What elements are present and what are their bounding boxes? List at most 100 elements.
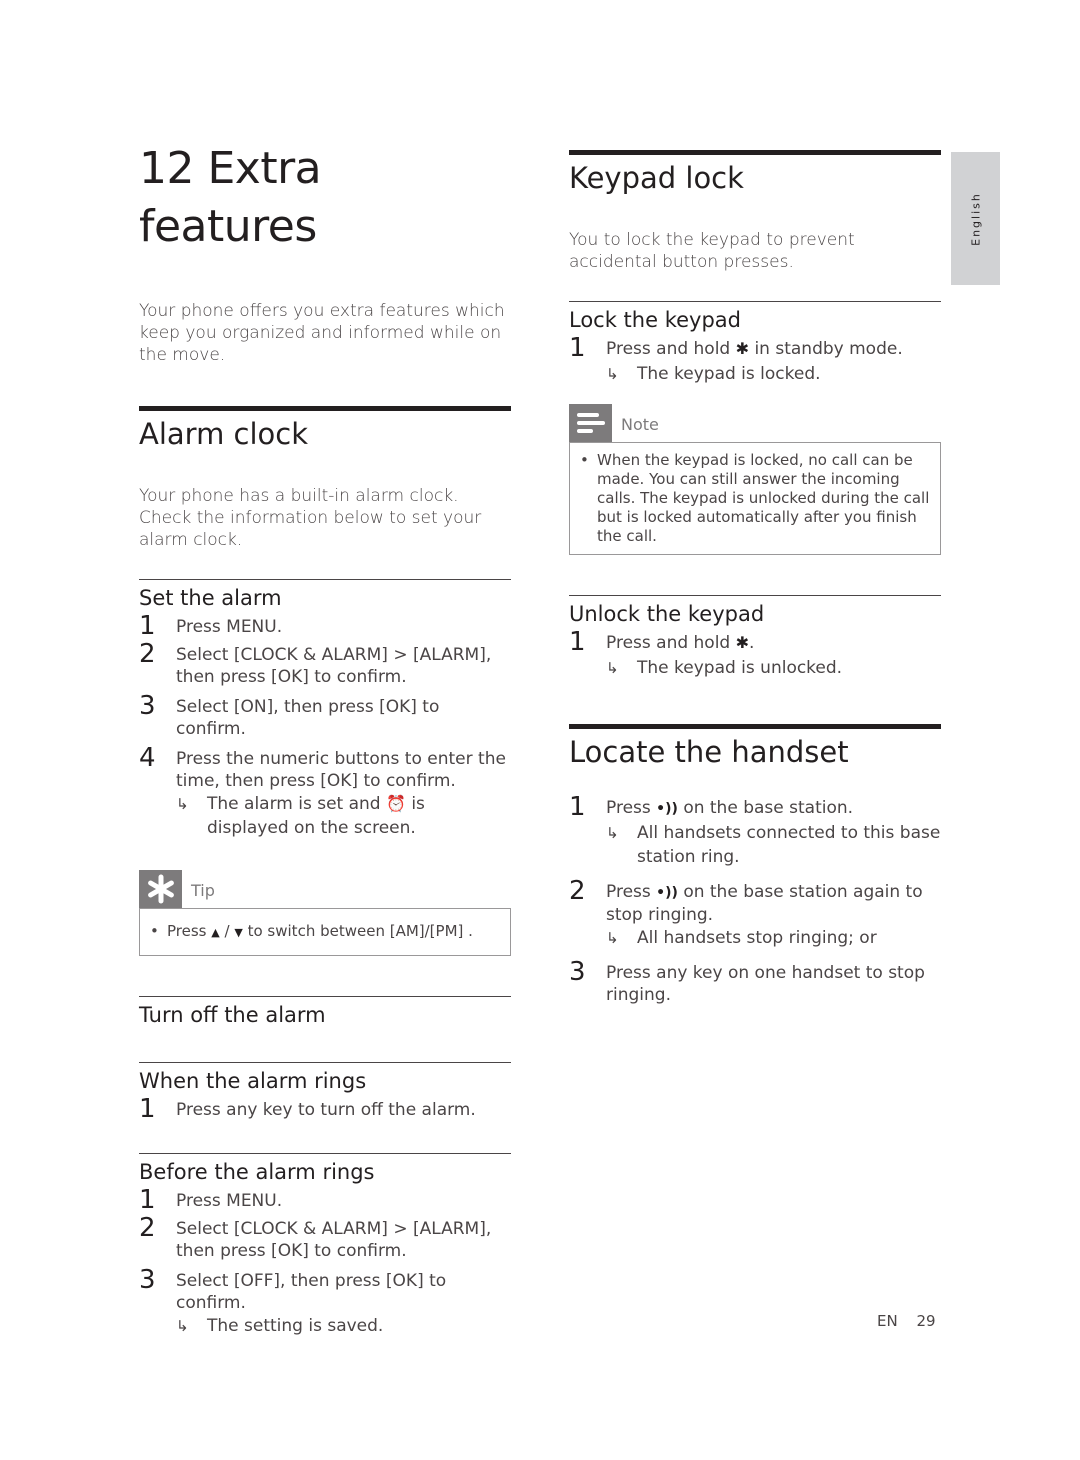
step-text: Select [CLOCK & ALARM] > [ALARM], then p… (176, 1219, 492, 1261)
step: 1 Press •)) on the base station. (569, 793, 941, 821)
result-text: All handsets stop ringing; or (637, 928, 877, 948)
step-number: 1 (139, 1185, 156, 1215)
step: 1 Press and hold ✱. (569, 628, 941, 656)
step-result: ↳ All handsets stop ringing; or (606, 926, 941, 950)
result-text: The alarm is set and (207, 794, 381, 814)
step-result: ↳ The keypad is unlocked. (606, 656, 941, 680)
step-number: 1 (569, 792, 586, 822)
step-number: 2 (139, 1213, 156, 1243)
chapter-title: 12 Extra features (139, 140, 511, 256)
section-intro: You to lock the keypad to prevent accide… (569, 230, 855, 272)
tip-text: Press (167, 922, 207, 940)
step-text: Select [OFF], then press [OK] to confirm… (176, 1271, 447, 1313)
keypad-lock-section: Keypad lock You to lock the keypad to pr… (569, 150, 941, 680)
chapter-number: 12 (139, 143, 195, 194)
step: 1 Press and hold ✱ in standby mode. (569, 334, 941, 362)
step-number: 2 (139, 639, 156, 669)
when-rings-subsection: When the alarm rings 1 Press any key to … (139, 1062, 511, 1123)
locate-handset-section: Locate the handset 1 Press •)) on the ba… (569, 724, 941, 1006)
step-text-part: in standby mode. (754, 339, 903, 359)
step-number: 3 (139, 1265, 156, 1295)
paging-icon: •)) (656, 801, 678, 817)
step-result: ↳ The alarm is set and ⏰ is displayed on… (176, 792, 511, 840)
step-number: 1 (139, 1094, 156, 1124)
step-text: Select [ON], then press [OK] to confirm. (176, 697, 440, 739)
step-number: 3 (139, 691, 156, 721)
result-text: All handsets connected to this base stat… (637, 823, 941, 867)
language-tab: English (951, 152, 1000, 285)
lock-keypad-subsection: Lock the keypad 1 Press and hold ✱ in st… (569, 301, 941, 386)
set-alarm-subsection: Set the alarm 1 Press MENU. 2 Select [CL… (139, 579, 511, 840)
step-number: 1 (569, 627, 586, 657)
step-result: ↳ The keypad is locked. (606, 362, 941, 386)
step-number: 4 (139, 743, 156, 773)
result-arrow-icon: ↳ (606, 365, 619, 383)
step-text-part: Press and hold (606, 339, 731, 359)
step-text: Press and hold ✱ in standby mode. (606, 334, 903, 360)
subsection-title: Before the alarm rings (139, 1153, 511, 1186)
result-arrow-icon: ↳ (606, 659, 619, 677)
before-rings-subsection: Before the alarm rings 1 Press MENU. 2 S… (139, 1153, 511, 1338)
tip-label: Tip (191, 881, 215, 900)
bullet-icon: • (580, 451, 589, 469)
step-text: Press any key on one handset to stop rin… (606, 963, 925, 1005)
tip-separator: / (224, 922, 230, 940)
asterisk-icon (139, 870, 182, 908)
step-number: 2 (569, 876, 586, 906)
result-text: The setting is saved. (207, 1316, 384, 1336)
note-body: • When the keypad is locked, no call can… (569, 442, 941, 555)
step-text-part: on the base station. (683, 798, 854, 818)
result-arrow-icon: ↳ (606, 929, 619, 947)
page-number: 29 (916, 1312, 936, 1330)
page-footer: EN 29 (877, 1312, 936, 1330)
step-text: Press •)) on the base station again to s… (606, 877, 941, 926)
step: 1 Press any key to turn off the alarm. (139, 1095, 511, 1123)
step: 1 Press MENU. (139, 612, 511, 640)
step-text: Press •)) on the base station. (606, 793, 853, 820)
footer-language: EN (877, 1312, 898, 1330)
step-number: 1 (139, 611, 156, 641)
step-text-part: . (749, 633, 755, 653)
step: 3 Select [OFF], then press [OK] to confi… (139, 1266, 511, 1314)
step: 4 Press the numeric buttons to enter the… (139, 744, 511, 792)
step-result: ↳ All handsets connected to this base st… (606, 821, 941, 869)
step-text: Press and hold ✱. (606, 628, 754, 654)
step: 1 Press MENU. (139, 1186, 511, 1214)
step-text: Press MENU. (176, 1191, 283, 1211)
step-text: Press the numeric buttons to enter the t… (176, 749, 506, 791)
note-label: Note (621, 415, 659, 434)
result-arrow-icon: ↳ (606, 824, 619, 842)
result-text: The keypad is locked. (637, 364, 821, 384)
star-key-lock-icon: ✱ (735, 339, 750, 358)
right-column: Keypad lock You to lock the keypad to pr… (569, 150, 941, 1006)
star-key-lock-icon: ✱ (735, 633, 750, 652)
section-intro: Your phone has a built-in alarm clock. C… (139, 486, 482, 550)
bullet-icon: • (150, 922, 159, 940)
result-arrow-icon: ↳ (176, 1317, 189, 1335)
alarm-clock-section: Alarm clock Your phone has a built-in al… (139, 406, 511, 1338)
result-text: The keypad is unlocked. (637, 658, 843, 678)
result-arrow-icon: ↳ (176, 795, 189, 813)
down-arrow-icon: ▼ (234, 926, 243, 939)
step-text-part: Press and hold (606, 633, 731, 653)
step-text-part: on the base station again to stop ringin… (606, 882, 923, 925)
subsection-title: Set the alarm (139, 579, 511, 612)
step-text-part: Press (606, 798, 651, 818)
step-number: 1 (569, 333, 586, 363)
note-text: When the keypad is locked, no call can b… (597, 451, 930, 545)
paging-icon: •)) (656, 885, 678, 901)
step: 2 Select [CLOCK & ALARM] > [ALARM], then… (139, 1214, 511, 1262)
left-column: 12 Extra features Your phone offers you … (139, 140, 511, 1338)
step: 3 Select [ON], then press [OK] to confir… (139, 692, 511, 740)
tip-text: to switch between [AM]/[PM] . (247, 922, 473, 940)
language-tab-label: English (969, 191, 982, 246)
turn-off-subsection: Turn off the alarm (139, 996, 511, 1029)
alarm-clock-icon: ⏰ (386, 794, 406, 813)
tip-box: Tip • Press ▲ / ▼ to switch between [AM]… (139, 870, 511, 956)
subsection-title: Turn off the alarm (139, 996, 511, 1029)
section-title: Alarm clock (139, 406, 511, 453)
step-text: Press any key to turn off the alarm. (176, 1100, 476, 1120)
chapter-intro: Your phone offers you extra features whi… (139, 301, 505, 365)
step-text-part: Press (606, 882, 651, 902)
note-lines-icon (569, 404, 612, 442)
